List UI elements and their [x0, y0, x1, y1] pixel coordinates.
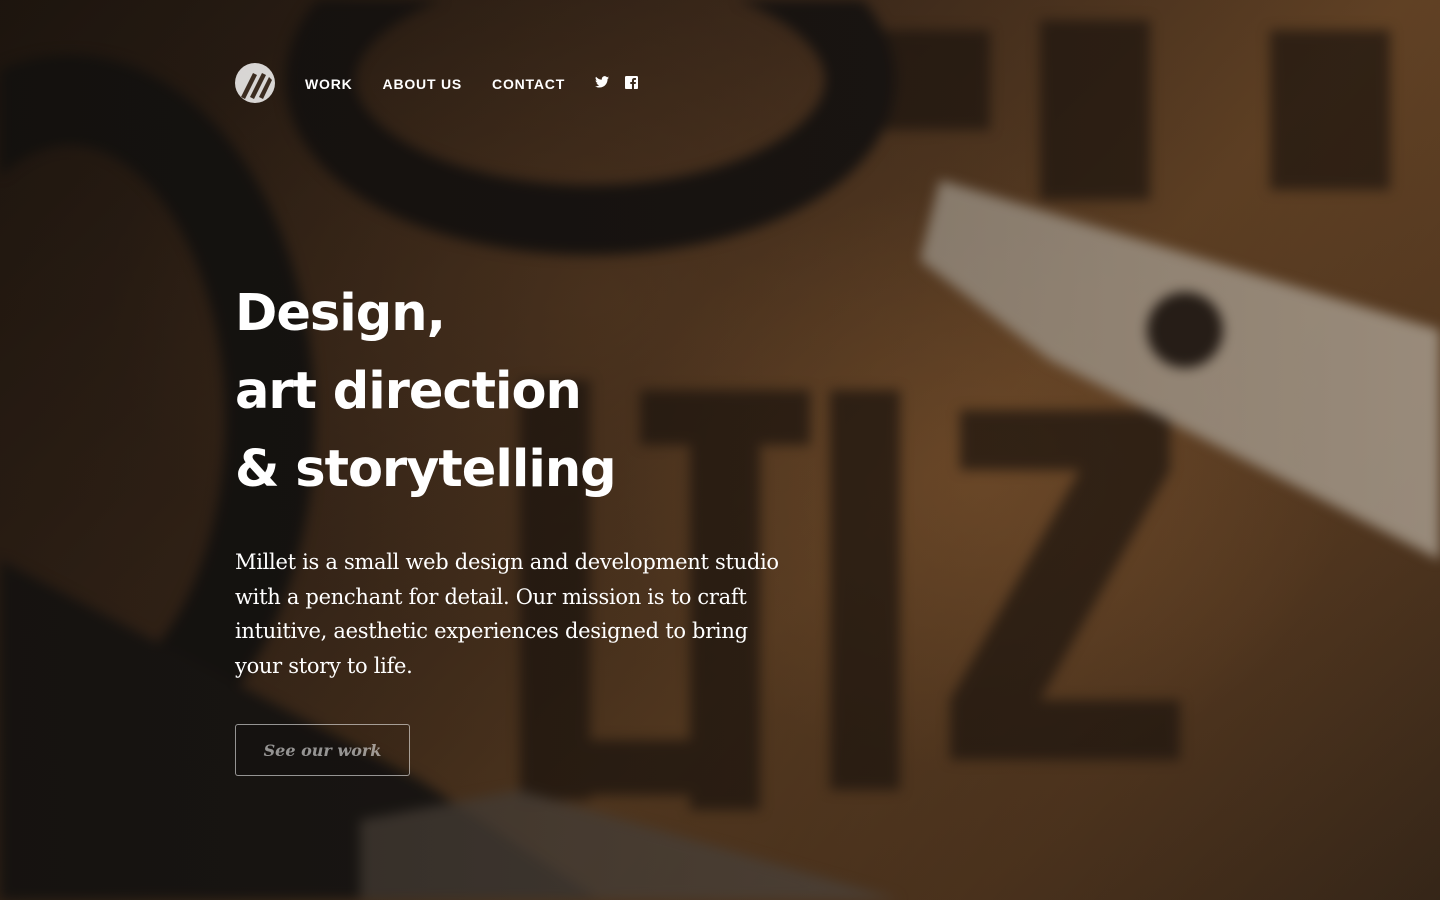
hero-dark-overlay: [0, 0, 1440, 900]
nav-link-work[interactable]: WORK: [305, 64, 353, 104]
nav-link-about-us[interactable]: ABOUT US: [383, 64, 463, 104]
social-links: [595, 75, 653, 90]
headline-line-3: & storytelling: [235, 440, 617, 499]
see-our-work-button[interactable]: See our work: [235, 724, 410, 776]
main-nav: WORK ABOUT US CONTACT: [235, 63, 653, 103]
millet-logo-icon[interactable]: [235, 63, 275, 103]
twitter-icon[interactable]: [595, 75, 610, 89]
logo-mark: [241, 73, 272, 99]
headline-line-1: Design,: [235, 284, 446, 343]
facebook-icon[interactable]: [624, 75, 638, 89]
nav-link-contact[interactable]: CONTACT: [492, 64, 565, 104]
hero-intro-paragraph: Millet is a small web design and develop…: [235, 550, 779, 678]
hero-headline: Design, art direction & storytelling: [235, 275, 617, 509]
headline-line-2: art direction: [235, 362, 582, 421]
